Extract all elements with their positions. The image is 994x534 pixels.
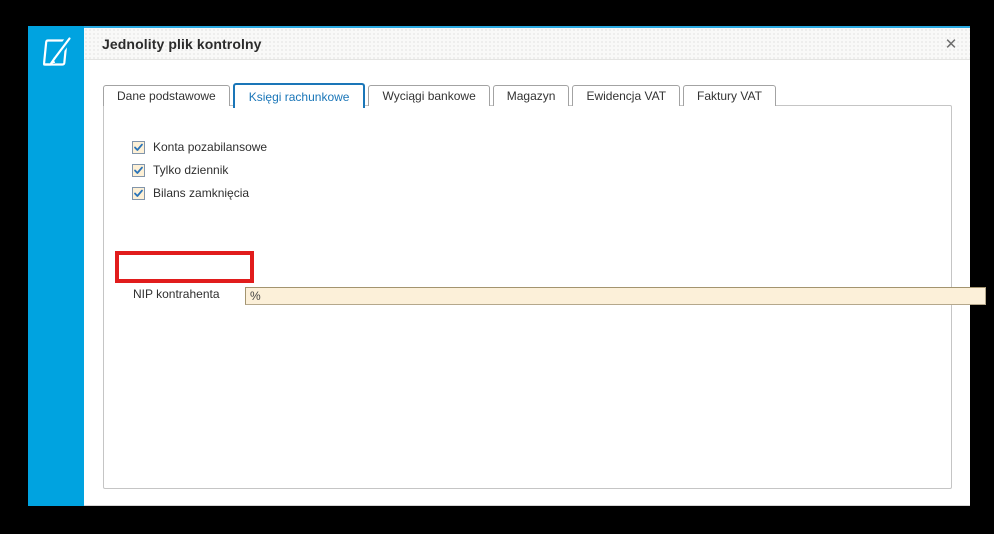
dialog-title: Jednolity plik kontrolny: [102, 35, 262, 52]
checkmark-icon: [134, 189, 143, 197]
nip-field-row: NIP kontrahenta: [133, 287, 986, 305]
edit-document-icon: [42, 34, 73, 66]
tab-faktury-vat[interactable]: Faktury VAT: [683, 85, 776, 106]
red-highlight-rectangle: [115, 251, 254, 283]
tab-ewidencja-vat[interactable]: Ewidencja VAT: [572, 85, 681, 106]
checkbox-konta-pozabilansowe[interactable]: [132, 140, 145, 154]
screen-background: Jednolity plik kontrolny ✕ Dane podstawo…: [0, 0, 994, 534]
checkbox-label: Konta pozabilansowe: [153, 140, 268, 154]
tab-magazyn[interactable]: Magazyn: [492, 85, 570, 106]
checkbox-label: Bilans zamknięcia: [153, 186, 250, 200]
nip-field-label: NIP kontrahenta: [133, 287, 220, 301]
close-icon[interactable]: ✕: [942, 35, 960, 53]
nip-input[interactable]: [245, 287, 986, 305]
tab-wyciagi-bankowe[interactable]: Wyciągi bankowe: [368, 85, 490, 106]
checkbox-row-konta-pozabilansowe: Konta pozabilansowe: [132, 140, 267, 154]
tab-content-panel: Konta pozabilansowe Tylko dziennik Bilan…: [103, 105, 986, 489]
tab-dane-podstawowe[interactable]: Dane podstawowe: [103, 85, 230, 106]
checkmark-icon: [134, 166, 143, 174]
checkbox-row-bilans-zamkniecia: Bilans zamknięcia: [132, 186, 249, 200]
tab-ksiegi-rachunkowe[interactable]: Księgi rachunkowe: [232, 83, 366, 108]
dialog-header: Jednolity plik kontrolny ✕: [84, 28, 970, 60]
checkmark-icon: [134, 143, 143, 151]
checkbox-tylko-dziennik[interactable]: [132, 163, 145, 177]
checkbox-row-tylko-dziennik: Tylko dziennik: [132, 163, 228, 177]
checkbox-bilans-zamkniecia[interactable]: [132, 186, 145, 200]
app-sidebar: [28, 26, 84, 506]
jpk-dialog: Jednolity plik kontrolny ✕ Dane podstawo…: [84, 26, 986, 506]
tab-strip: Dane podstawowe Księgi rachunkowe Wyciąg…: [103, 83, 779, 108]
checkbox-label: Tylko dziennik: [153, 163, 229, 177]
